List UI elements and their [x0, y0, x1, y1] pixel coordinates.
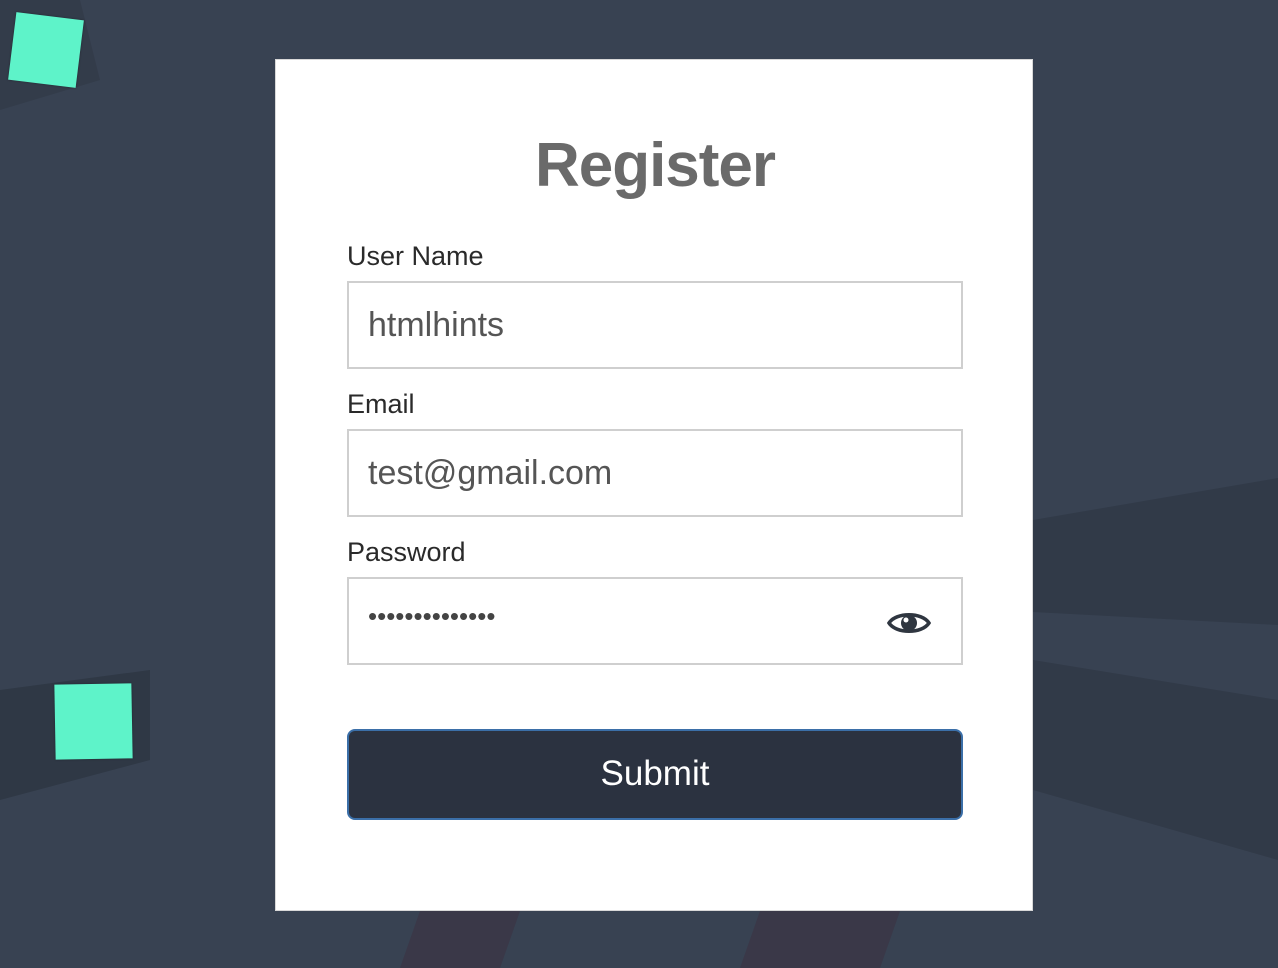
username-input[interactable]: htmlhints: [347, 281, 963, 369]
decorative-square: [54, 683, 133, 760]
decorative-square: [8, 12, 84, 88]
page-title: Register: [534, 131, 776, 200]
password-value: ••••••••••••••: [368, 601, 496, 631]
email-label: Email: [347, 389, 415, 419]
password-input[interactable]: ••••••••••••••: [347, 577, 963, 665]
username-value: htmlhints: [368, 306, 505, 344]
register-card: Register User Name htmlhints Email test@…: [275, 59, 1033, 911]
eye-icon[interactable]: [887, 606, 931, 640]
submit-button[interactable]: Submit: [347, 729, 963, 820]
email-input[interactable]: test@gmail.com: [347, 429, 963, 517]
email-value: test@gmail.com: [368, 454, 613, 492]
username-label: User Name: [347, 241, 484, 271]
password-label: Password: [347, 537, 466, 567]
